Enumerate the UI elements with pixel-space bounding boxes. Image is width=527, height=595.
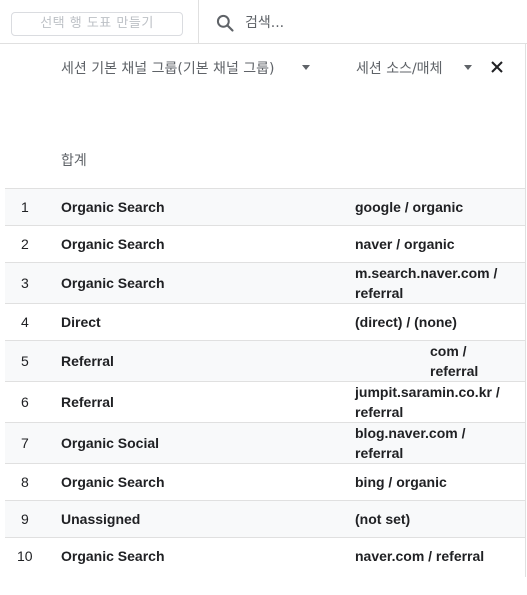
table-row[interactable]: 2 Organic Search naver / organic xyxy=(5,225,525,262)
row-number: 8 xyxy=(21,474,29,490)
row-source: naver.com / referral xyxy=(355,548,485,564)
row-number: 9 xyxy=(21,511,29,527)
row-number: 1 xyxy=(21,199,29,215)
row-channel: Organic Search xyxy=(61,275,165,291)
row-channel: Organic Search xyxy=(61,474,165,490)
table-row[interactable]: 6 Referral jumpit.saramin.co.kr / referr… xyxy=(5,381,525,422)
row-source: com / referral xyxy=(430,343,479,379)
row-source: naver / organic xyxy=(355,236,455,252)
table-row[interactable]: 10 Organic Search naver.com / referral xyxy=(5,537,525,574)
row-number: 2 xyxy=(21,236,29,252)
row-channel: Organic Search xyxy=(61,236,165,252)
row-source: (direct) / (none) xyxy=(355,314,457,330)
table-row[interactable]: 5 Referral com / referral xyxy=(5,340,525,381)
dimension2-header[interactable]: 세션 소스/매체 xyxy=(356,58,442,78)
row-source: blog.naver.com / referral xyxy=(355,425,466,461)
table-row[interactable]: 7 Organic Social blog.naver.com / referr… xyxy=(5,422,525,463)
row-channel: Referral xyxy=(61,394,114,410)
row-channel: Organic Search xyxy=(61,199,165,215)
row-source: google / organic xyxy=(355,199,464,215)
table-row[interactable]: 1 Organic Search google / organic xyxy=(5,188,525,225)
row-number: 5 xyxy=(21,353,29,369)
row-channel: Organic Social xyxy=(61,435,160,451)
dimension1-dropdown-icon[interactable] xyxy=(302,65,310,70)
row-channel: Direct xyxy=(61,314,101,330)
table-row[interactable]: 9 Unassigned (not set) xyxy=(5,500,525,537)
row-channel: Referral xyxy=(61,353,114,369)
row-channel: Organic Search xyxy=(61,548,165,564)
table-row[interactable]: 3 Organic Search m.search.naver.com / re… xyxy=(5,262,525,303)
table-right-border xyxy=(525,44,526,577)
row-number: 6 xyxy=(21,394,29,410)
total-label: 합계 xyxy=(61,153,87,169)
table-row[interactable]: 8 Organic Search bing / organic xyxy=(5,463,525,500)
create-chart-button[interactable]: 선택 행 도표 만들기 xyxy=(11,12,183,36)
row-source: jumpit.saramin.co.kr / referral xyxy=(355,384,500,420)
close-icon[interactable] xyxy=(490,60,504,74)
row-number: 7 xyxy=(21,435,29,451)
row-source: (not set) xyxy=(355,511,411,527)
toolbar: 선택 행 도표 만들기 xyxy=(0,0,527,44)
dimension2-dropdown-icon[interactable] xyxy=(464,65,472,70)
row-source: bing / organic xyxy=(355,474,447,490)
row-number: 4 xyxy=(21,314,29,330)
search-icon[interactable] xyxy=(215,13,235,33)
row-number: 10 xyxy=(17,548,33,564)
row-channel: Unassigned xyxy=(61,511,141,527)
search-input[interactable] xyxy=(245,12,505,34)
row-source: m.search.naver.com / referral xyxy=(355,265,498,301)
data-table: 1 Organic Search google / organic 2 Orga… xyxy=(5,188,525,574)
row-number: 3 xyxy=(21,275,29,291)
toolbar-divider xyxy=(198,0,199,44)
table-row[interactable]: 4 Direct (direct) / (none) xyxy=(5,303,525,340)
dimension1-header[interactable]: 세션 기본 채널 그룹(기본 채널 그룹) xyxy=(61,58,275,78)
